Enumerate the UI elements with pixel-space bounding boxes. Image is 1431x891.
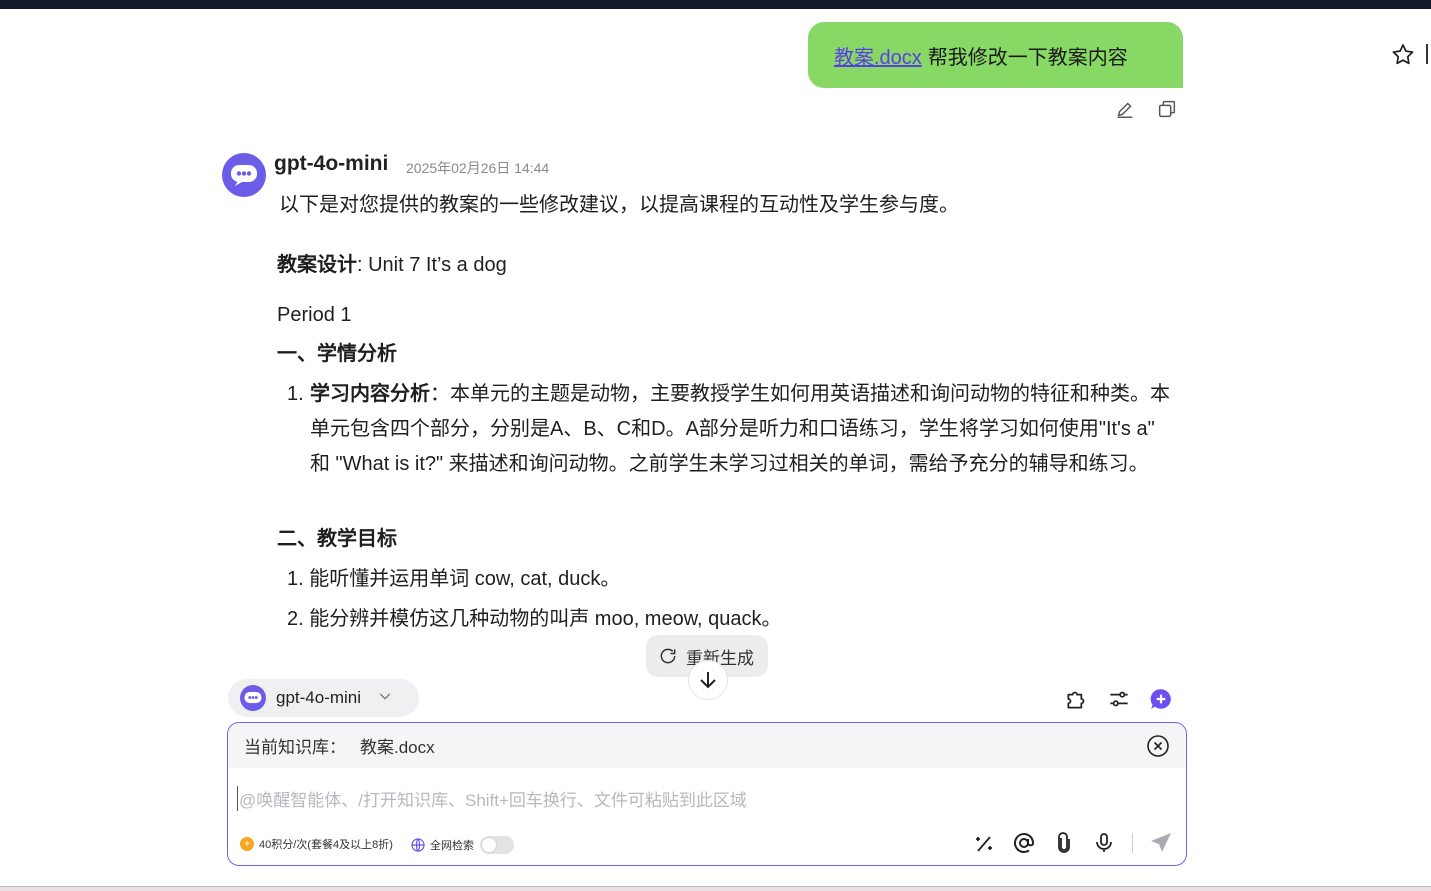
plus-chat-icon[interactable]	[1148, 686, 1174, 712]
user-message-text: 帮我修改一下教案内容	[927, 46, 1128, 69]
credits-text: 40积分/次(套餐4及以上8折)	[259, 839, 393, 851]
response-timestamp: 2025年02月26日 14:44	[406, 160, 550, 176]
list-item-label: 学习内容分析	[310, 383, 430, 405]
user-message-bubble: 教案.docx 帮我修改一下教案内容	[808, 22, 1183, 88]
arrow-down-icon	[700, 672, 716, 689]
kb-label: 当前知识库：	[244, 738, 346, 757]
edge-divider	[1426, 44, 1431, 64]
scroll-down-button[interactable]	[688, 660, 728, 700]
design-label: 教案设计	[277, 254, 357, 276]
web-search-toggle[interactable]: 全网检索	[410, 836, 514, 854]
model-selector-label: gpt-4o-mini	[276, 688, 362, 707]
star-icon[interactable]	[1390, 42, 1416, 68]
chat-composer: 当前知识库： 教案.docx @唤醒智能体、/打开知识库、Shift+回车换行、…	[227, 722, 1187, 866]
refresh-icon	[660, 648, 676, 664]
bot-icon	[231, 165, 257, 186]
chevron-down-icon	[377, 688, 393, 709]
knowledge-base-bar: 当前知识库： 教案.docx	[228, 723, 1185, 768]
design-value: : Unit 7 It’s a dog	[357, 254, 507, 276]
period-line: Period 1	[277, 304, 352, 326]
design-line: 教案设计: Unit 7 It’s a dog	[277, 248, 507, 283]
model-selector[interactable]: gpt-4o-mini	[228, 679, 419, 717]
at-icon[interactable]	[1012, 831, 1036, 855]
file-link[interactable]: 教案.docx	[834, 41, 922, 70]
globe-icon	[411, 838, 425, 852]
close-circle-icon[interactable]	[1146, 734, 1170, 758]
copy-icon[interactable]	[1156, 98, 1178, 120]
bot-icon	[240, 685, 266, 711]
window-top-bar	[0, 0, 1431, 9]
send-icon[interactable]	[1149, 831, 1173, 855]
kb-file: 教案.docx	[360, 738, 435, 757]
web-search-label: 全网检索	[430, 840, 474, 852]
list-number: 1.	[287, 383, 304, 405]
composer-toolbar	[1064, 686, 1174, 712]
sliders-icon[interactable]	[1106, 686, 1132, 712]
paperclip-icon[interactable]	[1052, 831, 1076, 855]
answer-intro: 以下是对您提供的教案的一些修改建议，以提高课程的互动性及学生参与度。	[279, 194, 959, 216]
message-input[interactable]: @唤醒智能体、/打开知识库、Shift+回车换行、文件可粘贴到此区域	[237, 786, 747, 811]
input-tools	[972, 831, 1173, 855]
list-item-text: ：本单元的主题是动物，主要教授学生如何用英语描述和询问动物的特征和种类。本单元包…	[310, 383, 1170, 475]
section-heading: 二、教学目标	[277, 528, 397, 550]
puzzle-icon[interactable]	[1064, 686, 1090, 712]
list-item: 2. 能分辨并模仿这几种动物的叫声 moo, meow, quack。	[287, 608, 782, 630]
assistant-avatar	[222, 153, 266, 197]
pencil-icon[interactable]	[1114, 98, 1136, 120]
list-item: 1. 能听懂并运用单词 cow, cat, duck。	[287, 568, 621, 590]
coin-icon: +	[240, 837, 254, 851]
toggle-switch[interactable]	[480, 836, 514, 854]
microphone-icon[interactable]	[1092, 831, 1116, 855]
section-heading: 一、学情分析	[277, 343, 397, 365]
response-model-name: gpt-4o-mini	[274, 152, 389, 175]
divider	[1132, 833, 1133, 853]
magic-wand-icon[interactable]	[972, 831, 996, 855]
window-bottom-edge	[0, 886, 1431, 891]
user-message-actions	[1114, 98, 1178, 120]
credits-info: + 40积分/次(套餐4及以上8折)	[240, 836, 393, 852]
